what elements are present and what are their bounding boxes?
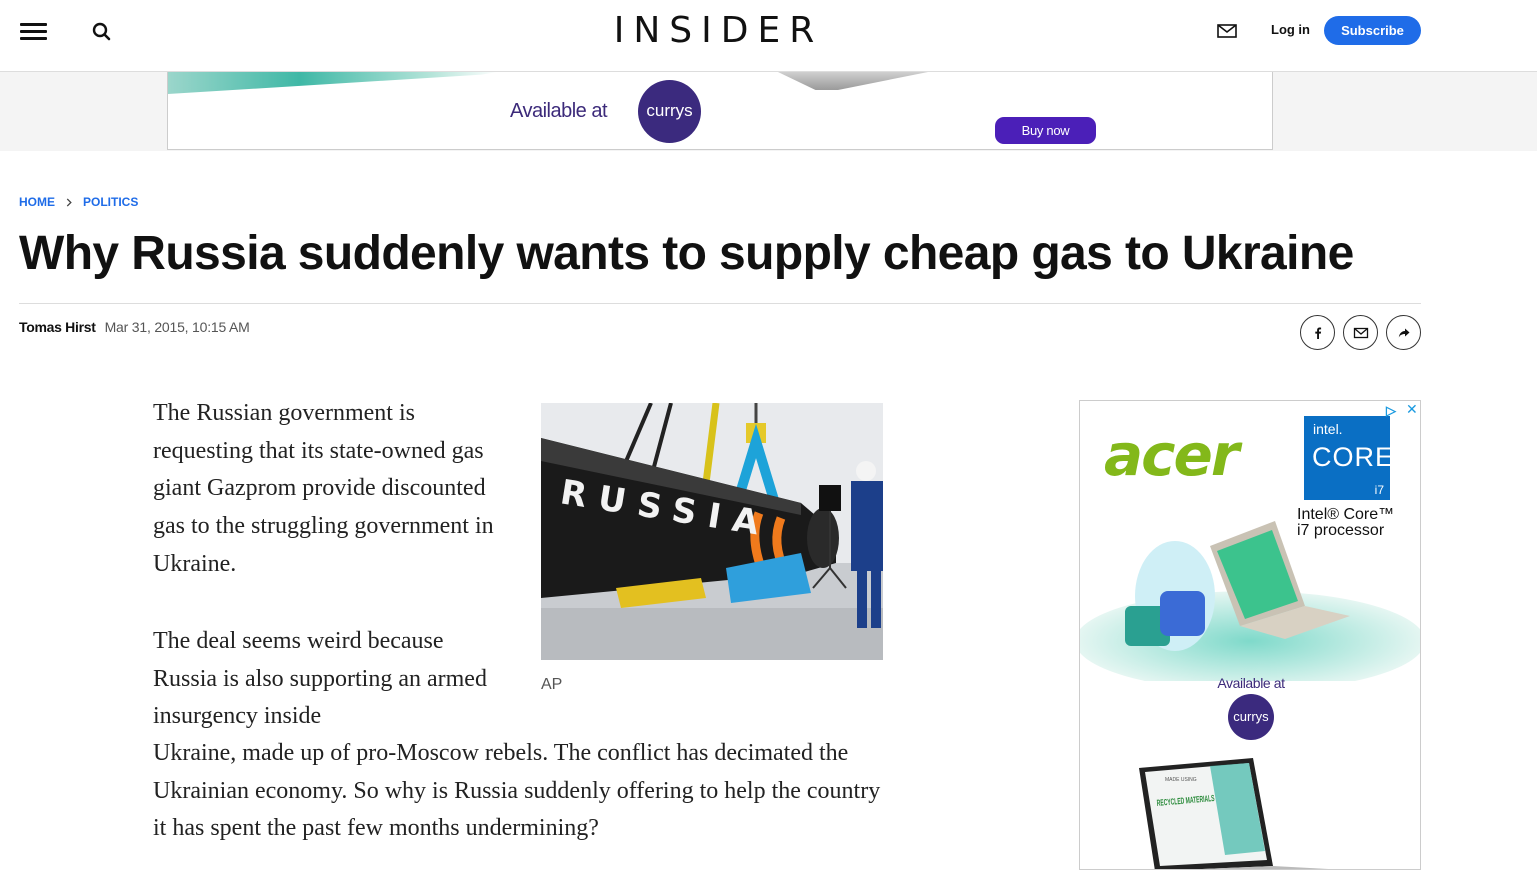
article-paragraph-1: The Russian government is requesting tha…	[153, 400, 494, 577]
login-link[interactable]: Log in	[1271, 22, 1310, 37]
intel-core-label: CORE	[1312, 442, 1395, 472]
breadcrumb: HOME POLITICS	[19, 195, 138, 209]
ad-available-text: Available at	[510, 100, 608, 122]
title-divider	[19, 303, 1421, 304]
subscribe-button[interactable]: Subscribe	[1324, 16, 1421, 45]
facebook-icon	[1314, 327, 1321, 339]
ad-sparkle-graphic	[168, 72, 498, 94]
publish-date: Mar 31, 2015, 10:15 AM	[104, 319, 250, 335]
close-icon[interactable]: ✕	[1406, 401, 1418, 418]
intel-badge: intel. CORE i7	[1304, 416, 1393, 500]
buy-now-button[interactable]: Buy now	[995, 117, 1096, 144]
intel-i7-label: i7	[1374, 483, 1384, 497]
article-paragraph-2-start: The deal seems weird because Russia is a…	[153, 628, 487, 730]
intel-label: intel.	[1313, 421, 1343, 437]
breadcrumb-home[interactable]: HOME	[19, 195, 55, 209]
site-header: INSIDER Log in Subscribe	[0, 0, 1537, 72]
share-email-button[interactable]	[1343, 315, 1378, 350]
email-icon	[1353, 327, 1368, 338]
breadcrumb-politics[interactable]: POLITICS	[83, 195, 138, 209]
share-more-button[interactable]	[1386, 315, 1421, 350]
share-facebook-button[interactable]	[1300, 315, 1335, 350]
ad-laptop-graphic	[778, 72, 928, 90]
currys-logo: currys	[638, 80, 701, 143]
article-paragraph-2-end: Ukraine, made up of pro-Moscow rebels. T…	[153, 740, 881, 842]
acer-logo: acer	[1104, 421, 1239, 489]
side-ad-available-text: Available at	[1217, 675, 1285, 691]
author-link[interactable]: Tomas Hirst	[19, 319, 96, 335]
sidebar-ad[interactable]: acer intel. CORE i7 Intel® Core™ i7 proc…	[1079, 400, 1421, 870]
byline: Tomas Hirst Mar 31, 2015, 10:15 AM	[19, 319, 250, 335]
article-photo[interactable]: RUSSIA	[541, 403, 883, 660]
chevron-right-icon	[66, 197, 72, 207]
top-banner-ad[interactable]: Available at currys Buy now	[167, 72, 1273, 150]
newsletter-mail-icon[interactable]	[1215, 21, 1239, 41]
ad-laptop-illustration	[1080, 521, 1420, 681]
side-currys-logo: currys	[1228, 694, 1274, 740]
screen-text-made-using: MADE USING	[1165, 777, 1197, 783]
share-arrow-icon	[1398, 328, 1409, 337]
article-title: Why Russia suddenly wants to supply chea…	[19, 227, 1354, 280]
ad-laptop-screen: MADE USING RECYCLED MATERIALS	[1139, 758, 1329, 869]
adchoices-icon[interactable]: ▷	[1386, 403, 1396, 419]
photo-caption: AP	[541, 676, 563, 693]
